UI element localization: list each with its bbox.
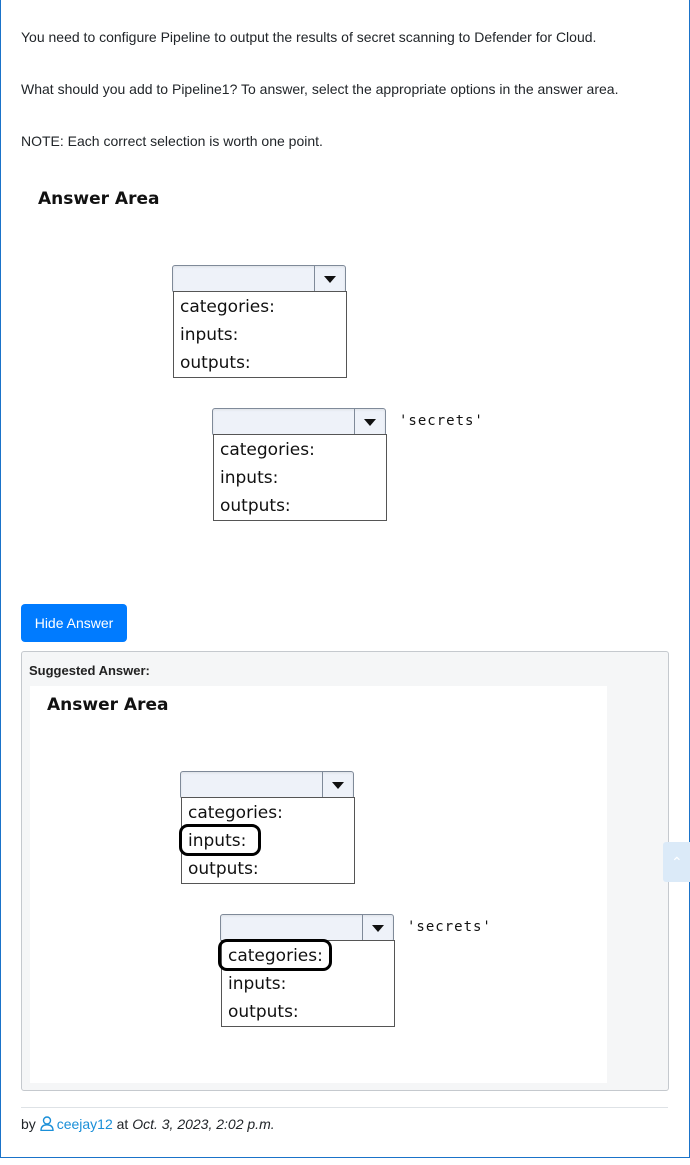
question-note: NOTE: Each correct selection is worth on… <box>21 133 323 149</box>
dropdown-2-option-categories[interactable]: categories: <box>214 436 386 464</box>
suggested-dropdown-2 <box>220 914 394 942</box>
author-link[interactable]: ceejay12 <box>57 1116 113 1132</box>
suggested-dropdown-1-toggle <box>322 772 353 798</box>
dropdown-1-option-inputs[interactable]: inputs: <box>174 321 346 349</box>
secrets-literal: 'secrets' <box>399 413 484 429</box>
suggested-2-option-outputs: outputs: <box>228 1002 299 1022</box>
chevron-up-icon: ⌃ <box>671 854 683 870</box>
footer-at: at <box>116 1116 129 1132</box>
dropdown-1-toggle[interactable] <box>314 266 345 292</box>
dropdown-2-option-inputs[interactable]: inputs: <box>214 464 386 492</box>
hide-answer-button[interactable]: Hide Answer <box>21 604 127 642</box>
suggested-1-option-outputs: outputs: <box>188 859 259 879</box>
question-line-1: You need to configure Pipeline to output… <box>21 29 597 45</box>
suggested-answer-image: Answer Area categories: inputs: outputs:… <box>30 686 607 1083</box>
dropdown-1[interactable] <box>172 265 346 293</box>
user-icon <box>39 1116 54 1131</box>
dropdown-2[interactable] <box>212 408 386 436</box>
suggested-2-option-inputs: inputs: <box>228 974 287 994</box>
question-line-2: What should you add to Pipeline1? To ans… <box>21 81 619 97</box>
dropdown-1-option-categories[interactable]: categories: <box>174 293 346 321</box>
scroll-to-top-button[interactable]: ⌃ <box>663 842 690 882</box>
dropdown-1-options: categories: inputs: outputs: <box>173 291 347 378</box>
answer-highlight-inputs <box>179 824 261 856</box>
chevron-down-icon <box>324 275 336 283</box>
dropdown-1-option-outputs[interactable]: outputs: <box>174 349 346 377</box>
dropdown-2-options: categories: inputs: outputs: <box>213 434 387 521</box>
chevron-down-icon <box>332 781 344 789</box>
dropdown-2-option-outputs[interactable]: outputs: <box>214 492 386 520</box>
suggested-answer-panel: Suggested Answer: Answer Area categories… <box>21 651 669 1091</box>
answer-area-title: Answer Area <box>38 189 160 209</box>
dropdown-2-toggle[interactable] <box>354 409 385 435</box>
suggested-answer-label: Suggested Answer: <box>29 663 150 678</box>
chevron-down-icon <box>364 418 376 426</box>
chevron-down-icon <box>372 924 384 932</box>
suggested-dropdown-2-toggle <box>362 915 393 941</box>
suggested-secrets-literal: 'secrets' <box>407 919 492 935</box>
answer-highlight-categories <box>218 939 332 971</box>
suggested-dropdown-1 <box>180 771 354 799</box>
suggested-answer-area-title: Answer Area <box>47 695 169 715</box>
footer-by: by <box>21 1116 36 1132</box>
footer-divider <box>21 1107 668 1108</box>
suggested-1-option-categories: categories: <box>188 803 283 823</box>
post-date: Oct. 3, 2023, 2:02 p.m. <box>132 1116 275 1132</box>
post-footer: by ceejay12 at Oct. 3, 2023, 2:02 p.m. <box>21 1116 275 1132</box>
